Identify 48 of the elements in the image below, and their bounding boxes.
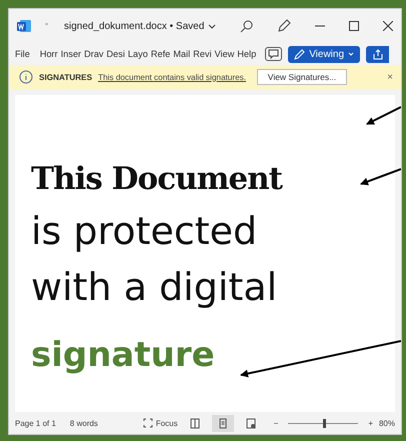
focus-button[interactable]: Focus bbox=[142, 418, 178, 428]
zoom-level: 80% bbox=[378, 418, 395, 428]
pointer-arrow bbox=[366, 106, 401, 125]
pointer-arrow bbox=[360, 168, 401, 186]
read-mode-icon bbox=[190, 418, 200, 428]
chevron-down-icon[interactable] bbox=[208, 22, 216, 30]
message-title: SIGNATURES bbox=[39, 72, 92, 82]
share-button[interactable] bbox=[366, 46, 390, 62]
ribbon-tab[interactable]: Desi bbox=[106, 49, 125, 59]
page-count: Page 1 of 1 bbox=[15, 418, 56, 428]
maximize-icon[interactable] bbox=[349, 21, 359, 31]
view-signatures-button[interactable]: View Signatures... bbox=[256, 69, 348, 85]
ribbon-tab[interactable]: Help bbox=[237, 49, 256, 59]
ribbon-tab[interactable]: Inser bbox=[60, 49, 82, 59]
word-count: 8 words bbox=[70, 418, 98, 428]
search-icon[interactable] bbox=[240, 20, 253, 32]
ribbon-tab[interactable]: Drav bbox=[84, 49, 104, 59]
focus-icon bbox=[142, 418, 153, 428]
info-icon bbox=[19, 70, 33, 84]
document-text: is protected bbox=[31, 208, 258, 255]
web-layout-icon bbox=[246, 418, 256, 428]
ribbon-tab[interactable]: View bbox=[214, 49, 234, 59]
share-icon bbox=[372, 48, 384, 60]
document-title[interactable]: signed_dokument.docx • Saved bbox=[64, 20, 204, 32]
viewing-button[interactable]: Viewing bbox=[288, 46, 360, 62]
comments-button[interactable] bbox=[265, 47, 282, 61]
zoom-slider-thumb[interactable] bbox=[323, 418, 326, 428]
ribbon-tab[interactable]: File bbox=[15, 49, 30, 59]
document-heading: This Document bbox=[31, 161, 282, 197]
zoom-in-button[interactable]: + bbox=[368, 418, 373, 428]
chevron-down-icon bbox=[348, 52, 354, 56]
ribbon-tab[interactable]: Horr bbox=[40, 49, 58, 59]
document-text: with a digital bbox=[31, 264, 278, 311]
ribbon-tab[interactable]: Refe bbox=[150, 49, 170, 59]
print-layout-icon bbox=[218, 418, 228, 428]
pen-icon[interactable] bbox=[277, 19, 291, 33]
word-logo-icon[interactable] bbox=[17, 19, 31, 33]
comment-icon bbox=[268, 49, 280, 59]
close-icon[interactable] bbox=[383, 21, 393, 31]
ribbon-tab[interactable]: Revi bbox=[193, 49, 212, 59]
view-mode-button[interactable] bbox=[212, 414, 234, 432]
message-link[interactable]: This document contains valid signatures. bbox=[98, 72, 246, 82]
highlighted-word: signature bbox=[31, 335, 215, 375]
zoom-out-button[interactable]: − bbox=[274, 418, 278, 428]
close-button[interactable]: × bbox=[387, 72, 393, 82]
ribbon-tab[interactable]: Layo bbox=[128, 49, 148, 59]
ribbon-tab[interactable]: Mail bbox=[173, 49, 190, 59]
pen-icon bbox=[294, 48, 306, 60]
